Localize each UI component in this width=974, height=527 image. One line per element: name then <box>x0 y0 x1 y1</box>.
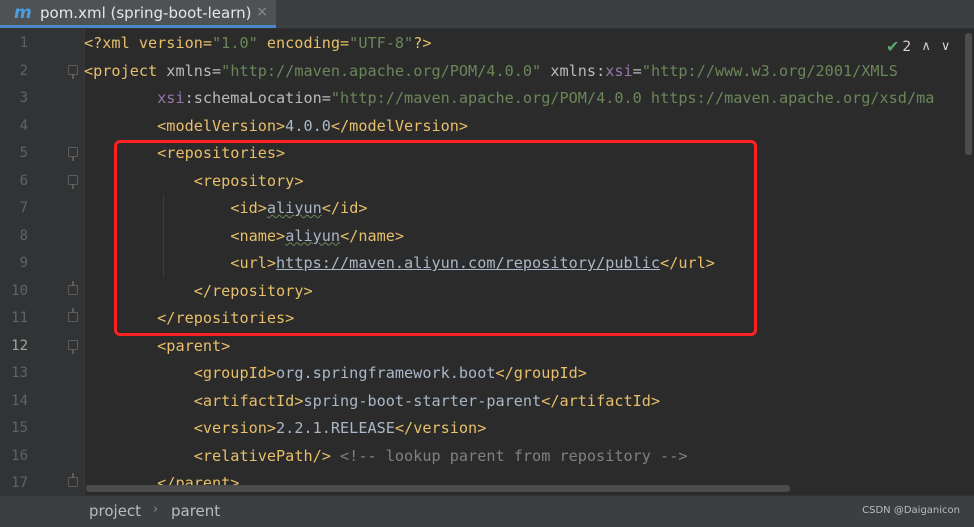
tag: <modelVersion> <box>157 116 286 135</box>
tag: <artifactId> <box>193 391 304 410</box>
code-line[interactable]: 2 <project xmlns="http://maven.apache.or… <box>0 57 974 85</box>
namespace: xsi <box>605 61 633 80</box>
line-number: 8 <box>19 227 28 244</box>
fold-marker-icon[interactable] <box>68 147 78 161</box>
attr-value: "http://maven.apache.org/POM/4.0.0" <box>221 61 542 80</box>
attr-value: "UTF-8" <box>349 34 414 52</box>
xml-decl-end: ?> <box>413 34 432 52</box>
breadcrumb-item-project[interactable]: project <box>89 502 141 520</box>
tag-text: 4.0.0 <box>285 116 331 135</box>
scrollbar-thumb[interactable] <box>965 33 972 155</box>
line-number: 17 <box>11 475 28 491</box>
code-line[interactable]: 1 <?xml version="1.0" encoding="UTF-8"?> <box>0 29 974 57</box>
line-number: 2 <box>19 62 28 79</box>
chevron-down-icon[interactable]: ∨ <box>941 39 951 54</box>
line-number: 4 <box>19 117 28 134</box>
tag-text: 2.2.1.RELEASE <box>276 419 395 437</box>
close-icon[interactable]: × <box>256 4 268 20</box>
code-line[interactable]: 4 <modelVersion>4.0.0</modelVersion> <box>0 112 974 140</box>
attr-value: "1.0" <box>212 34 258 52</box>
code-text: xsi:schemaLocation="http://maven.apache.… <box>84 88 934 108</box>
code-line[interactable]: 14 <artifactId>spring-boot-starter-paren… <box>0 387 974 415</box>
tag: <project <box>84 61 167 80</box>
check-icon: ✔ <box>886 37 900 56</box>
fold-marker-icon[interactable] <box>68 174 78 189</box>
line-number: 9 <box>19 255 28 271</box>
code-line[interactable]: 15 <version>2.2.1.RELEASE</version> <box>0 414 974 442</box>
line-number: 5 <box>19 145 28 161</box>
attr-name: encoding= <box>257 34 350 52</box>
tag: <relativePath/> <box>193 446 331 465</box>
inspection-widget[interactable]: ✔ 2 ∧ ∨ <box>886 37 950 56</box>
attr-value: "http://www.w3.org/2001/XMLS <box>641 61 898 80</box>
code-line[interactable]: 13 <groupId>org.springframework.boot</gr… <box>0 359 974 387</box>
fold-marker-icon[interactable] <box>68 339 78 354</box>
code-text: <artifactId>spring-boot-starter-parent</… <box>84 391 660 411</box>
line-number: 14 <box>11 392 28 409</box>
attr-value: "http://maven.apache.org/POM/4.0.0 https… <box>330 89 935 107</box>
code-text: <modelVersion>4.0.0</modelVersion> <box>84 116 468 136</box>
line-number: 3 <box>19 90 28 106</box>
tag-text: org.springframework.boot <box>276 364 496 382</box>
attr-name: xmlns: <box>541 61 606 80</box>
line-number: 7 <box>19 200 28 216</box>
scrollbar-thumb[interactable] <box>86 485 790 492</box>
breadcrumb-item-parent[interactable]: parent <box>171 502 220 520</box>
tag: <groupId> <box>193 364 277 382</box>
line-number: 12 <box>11 337 28 354</box>
code-text: <parent> <box>84 336 230 356</box>
code-text: <project xmlns="http://maven.apache.org/… <box>84 61 898 81</box>
code-line[interactable]: 16 <relativePath/> <!-- lookup parent fr… <box>0 442 974 470</box>
code-text: <relativePath/> <!-- lookup parent from … <box>84 446 688 466</box>
tag: </version> <box>394 419 487 437</box>
tag: </modelVersion> <box>330 116 469 135</box>
attr-eq: = <box>632 61 642 80</box>
editor-tab-bar: m pom.xml (spring-boot-learn) × <box>0 0 974 29</box>
code-text: <version>2.2.1.RELEASE</version> <box>84 418 487 438</box>
xml-comment: <!-- lookup parent from repository --> <box>330 446 688 465</box>
tab-pom-xml[interactable]: m pom.xml (spring-boot-learn) × <box>0 0 276 28</box>
attr-name: xmlns= <box>166 61 222 80</box>
vertical-scrollbar[interactable] <box>962 29 974 495</box>
tag: </groupId> <box>495 364 587 382</box>
xml-decl: <?xml version= <box>84 34 213 52</box>
inspection-count: 2 <box>902 38 912 55</box>
tag: <version> <box>193 419 277 437</box>
code-line[interactable]: 3 xsi:schemaLocation="http://maven.apach… <box>0 84 974 112</box>
line-number: 11 <box>11 310 28 326</box>
fold-marker-icon[interactable] <box>68 473 78 487</box>
line-number: 1 <box>19 35 28 51</box>
horizontal-scrollbar[interactable] <box>84 484 962 494</box>
line-number: 13 <box>11 365 28 381</box>
line-number: 6 <box>19 172 28 189</box>
tag: </artifactId> <box>541 391 661 410</box>
tag-text: spring-boot-starter-parent <box>303 391 542 410</box>
line-number: 16 <box>11 447 28 464</box>
code-text: <?xml version="1.0" encoding="UTF-8"?> <box>84 33 431 53</box>
code-text: <groupId>org.springframework.boot</group… <box>84 363 587 383</box>
tab-title: pom.xml (spring-boot-learn) <box>40 3 252 22</box>
maven-m-icon: m <box>14 2 32 23</box>
breadcrumb: project › parent CSDN @Daiganicon <box>0 495 974 527</box>
fold-marker-icon[interactable] <box>68 64 78 79</box>
line-number: 15 <box>11 420 28 436</box>
watermark: CSDN @Daiganicon <box>862 505 960 516</box>
fold-marker-icon[interactable] <box>68 308 78 322</box>
chevron-up-icon[interactable]: ∧ <box>921 39 931 54</box>
breadcrumb-separator-icon: › <box>153 502 159 517</box>
highlight-box <box>114 140 757 336</box>
tag: <parent> <box>157 336 231 355</box>
namespace: xsi <box>157 89 185 107</box>
fold-marker-icon[interactable] <box>68 280 78 295</box>
attr-name: :schemaLocation= <box>184 89 331 107</box>
line-number: 10 <box>11 282 28 299</box>
